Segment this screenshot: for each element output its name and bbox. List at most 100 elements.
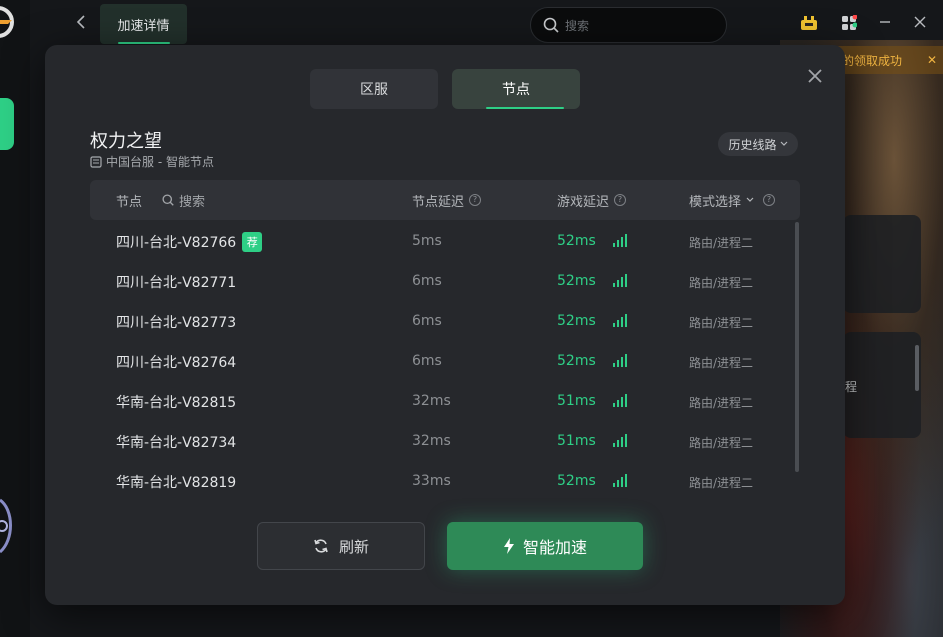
search-icon xyxy=(162,194,174,206)
signal-icon xyxy=(613,393,627,407)
search-placeholder: 搜索 xyxy=(565,18,590,33)
help-icon[interactable]: ? xyxy=(763,194,776,206)
node-name: 四川-台北-V82766 xyxy=(116,235,237,251)
column-mode-label: 模式选择 xyxy=(689,194,742,210)
node-name: 华南-台北-V82734 xyxy=(116,435,237,451)
signal-icon xyxy=(613,433,627,447)
node-search-placeholder: 搜索 xyxy=(179,194,206,210)
game-title: 权力之望 xyxy=(90,131,162,152)
help-icon[interactable]: ? xyxy=(469,194,482,206)
close-window-icon[interactable] xyxy=(911,15,929,33)
column-node-latency-label: 节点延迟 xyxy=(412,194,465,210)
smart-accelerate-button[interactable]: 智能加速 xyxy=(447,522,643,570)
node-name-cell: 华南-台北-V82815 xyxy=(116,392,236,412)
node-latency: 6ms xyxy=(412,273,442,289)
history-routes-button[interactable]: 历史线路 xyxy=(718,132,798,156)
background-scrollbar[interactable] xyxy=(915,345,919,391)
help-icon[interactable]: ? xyxy=(614,194,627,206)
background-card xyxy=(843,215,921,313)
node-latency: 33ms xyxy=(412,473,451,489)
toast-close-icon[interactable]: ✕ xyxy=(927,53,937,67)
node-list-scrollbar[interactable] xyxy=(795,222,799,472)
tab-server-region[interactable]: 区服 xyxy=(310,69,438,109)
game-latency: 52ms xyxy=(557,273,596,289)
tab-nodes[interactable]: 节点 xyxy=(452,69,580,109)
chevron-down-icon xyxy=(746,197,754,202)
history-routes-label: 历史线路 xyxy=(728,137,777,152)
app-logo-icon xyxy=(0,6,14,38)
game-latency: 52ms xyxy=(557,473,596,489)
refresh-label: 刷新 xyxy=(338,537,369,556)
node-name-cell: 四川-台北-V82773 xyxy=(116,312,236,332)
game-subtitle-text: 中国台服 - 智能节点 xyxy=(106,155,214,169)
node-row[interactable]: 四川-台北-V82764 6ms 52ms 路由/进程二 xyxy=(90,341,800,381)
node-row[interactable]: 四川-台北-V82766 荐 5ms 52ms 路由/进程二 xyxy=(90,221,800,261)
node-name-cell: 四川-台北-V82764 xyxy=(116,352,236,372)
sidebar-active-item[interactable] xyxy=(0,98,14,150)
node-row[interactable]: 华南-台北-V82734 32ms 51ms 路由/进程二 xyxy=(90,421,800,461)
node-row[interactable]: 四川-台北-V82771 6ms 52ms 路由/进程二 xyxy=(90,261,800,301)
node-search-input[interactable]: 搜索 xyxy=(162,180,205,220)
refresh-button[interactable]: 刷新 xyxy=(257,522,425,570)
mode-cell[interactable]: 路由/进程二 xyxy=(689,314,753,331)
node-table-header: 节点 搜索 节点延迟 ? 游戏延迟 ? 模式选择 ? xyxy=(90,180,800,220)
node-name: 四川-台北-V82764 xyxy=(116,355,237,371)
toast-text: 的领取成功 xyxy=(842,53,903,68)
search-icon xyxy=(543,17,559,33)
game-latency: 51ms xyxy=(557,393,596,409)
mode-cell[interactable]: 路由/进程二 xyxy=(689,434,753,451)
node-selection-modal: 区服 节点 权力之望 中国台服 - 智能节点 历史线路 节点 搜索 节点延迟 ?… xyxy=(45,45,845,605)
node-name-cell: 四川-台北-V82766 荐 xyxy=(116,232,263,252)
node-latency: 6ms xyxy=(412,313,442,329)
game-latency: 52ms xyxy=(557,313,596,329)
signal-icon xyxy=(613,313,627,327)
tab-acceleration-details[interactable]: 加速详情 xyxy=(100,4,187,44)
lightning-icon xyxy=(503,538,514,554)
sidebar-ornament-icon xyxy=(0,498,12,554)
game-latency: 52ms xyxy=(557,353,596,369)
node-name: 四川-台北-V82773 xyxy=(116,315,237,331)
node-latency: 5ms xyxy=(412,233,442,249)
signal-icon xyxy=(613,473,627,487)
node-list: 四川-台北-V82766 荐 5ms 52ms 路由/进程二 四川-台北-V82771 6m… xyxy=(90,221,800,501)
apps-icon[interactable] xyxy=(840,14,858,33)
app-sidebar xyxy=(0,0,30,637)
back-icon[interactable] xyxy=(72,14,90,34)
mode-cell[interactable]: 路由/进程二 xyxy=(689,394,753,411)
gift-icon[interactable] xyxy=(800,15,818,33)
game-subtitle: 中国台服 - 智能节点 xyxy=(90,153,214,170)
column-mode-select[interactable]: 模式选择 ? xyxy=(689,180,776,220)
mode-cell[interactable]: 路由/进程二 xyxy=(689,234,753,251)
chevron-down-icon xyxy=(780,141,787,146)
background-card-text: 程 xyxy=(845,380,858,394)
refresh-icon xyxy=(314,539,328,553)
mode-cell[interactable]: 路由/进程二 xyxy=(689,274,753,291)
game-latency: 52ms xyxy=(557,233,596,249)
server-icon xyxy=(90,155,102,168)
signal-icon xyxy=(613,273,627,287)
game-latency: 51ms xyxy=(557,433,596,449)
node-row[interactable]: 华南-台北-V82815 32ms 51ms 路由/进程二 xyxy=(90,381,800,421)
reward-toast: 的领取成功 ✕ xyxy=(838,46,943,74)
node-latency: 32ms xyxy=(412,393,451,409)
node-name-cell: 四川-台北-V82771 xyxy=(116,272,236,292)
node-name-cell: 华南-台北-V82734 xyxy=(116,432,236,452)
column-node: 节点 xyxy=(116,194,143,210)
modal-close-icon[interactable] xyxy=(805,67,825,87)
mode-cell[interactable]: 路由/进程二 xyxy=(689,474,753,491)
node-name-cell: 华南-台北-V82819 xyxy=(116,472,236,492)
node-name: 华南-台北-V82815 xyxy=(116,395,237,411)
signal-icon xyxy=(613,353,627,367)
search-input[interactable]: 搜索 xyxy=(530,7,727,43)
node-latency: 32ms xyxy=(412,433,451,449)
column-game-latency: 游戏延迟 ? xyxy=(557,180,627,220)
node-name: 华南-台北-V82819 xyxy=(116,475,237,491)
node-latency: 6ms xyxy=(412,353,442,369)
column-node-latency: 节点延迟 ? xyxy=(412,180,482,220)
node-row[interactable]: 四川-台北-V82773 6ms 52ms 路由/进程二 xyxy=(90,301,800,341)
modal-tabs: 区服 节点 xyxy=(310,69,580,109)
mode-cell[interactable]: 路由/进程二 xyxy=(689,354,753,371)
column-game-latency-label: 游戏延迟 xyxy=(557,194,610,210)
node-row[interactable]: 华南-台北-V82819 33ms 52ms 路由/进程二 xyxy=(90,461,800,501)
minimize-icon[interactable] xyxy=(876,15,894,33)
